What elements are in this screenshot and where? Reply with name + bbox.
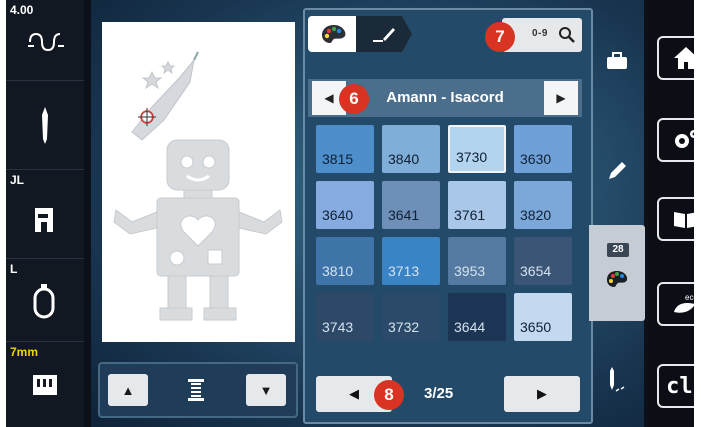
- color-swatch[interactable]: 3743: [316, 293, 374, 341]
- foot-label: JL: [10, 173, 25, 187]
- color-swatch[interactable]: 3953: [448, 237, 506, 285]
- panel-side-tabs: 28: [589, 8, 645, 420]
- bobbin-button[interactable]: [180, 374, 212, 406]
- swatch-code: 3641: [388, 207, 420, 223]
- color-swatch-grid: 3815 3840 3730 3630 3640 3641 3761 3820 3810 3713…: [316, 125, 580, 345]
- color-swatch[interactable]: 3730: [448, 125, 506, 173]
- robot-embroidery-design: [113, 51, 283, 321]
- right-sidebar: eco clr: [648, 0, 694, 427]
- color-swatch[interactable]: 3761: [448, 181, 506, 229]
- swatch-code: 3730: [456, 149, 488, 165]
- stitch-plate-label: 7mm: [10, 345, 39, 359]
- stitch-plate-button[interactable]: 7mm: [6, 342, 84, 427]
- swatch-code: 3810: [322, 263, 354, 279]
- home-button[interactable]: [657, 36, 694, 80]
- move-up-button[interactable]: ▲: [108, 374, 148, 406]
- color-count-badge: 28: [607, 243, 629, 257]
- swatch-code: 3650: [520, 319, 552, 335]
- gear-icon: [675, 130, 694, 148]
- hoop-icon: [33, 284, 55, 319]
- color-swatch[interactable]: 3732: [382, 293, 440, 341]
- color-swatch[interactable]: 3644: [448, 293, 506, 341]
- hoop-button[interactable]: L: [6, 259, 84, 342]
- swatch-code: 3654: [520, 263, 552, 279]
- panel-top-bar: 0-9: [308, 16, 582, 54]
- tab-colors[interactable]: 28: [589, 225, 645, 321]
- color-swatch[interactable]: 3650: [514, 293, 572, 341]
- eco-button[interactable]: eco: [657, 282, 694, 326]
- color-swatch[interactable]: 3630: [514, 125, 572, 173]
- left-sidebar: 4.00 JL L 7mm: [6, 0, 84, 427]
- swatch-code: 3840: [388, 151, 420, 167]
- search-icon: [559, 27, 575, 43]
- color-swatch[interactable]: 3654: [514, 237, 572, 285]
- color-swatch[interactable]: 3640: [316, 181, 374, 229]
- left-arrow-icon: ◀: [324, 91, 334, 105]
- swatch-code: 3713: [388, 263, 420, 279]
- tab-briefcase[interactable]: [589, 36, 645, 86]
- color-swatch[interactable]: 3840: [382, 125, 440, 173]
- needle-stitch-icon: [610, 367, 625, 392]
- swatch-code: 3820: [520, 207, 552, 223]
- spool-icon: [188, 379, 204, 401]
- needle-icon: [42, 107, 48, 144]
- design-preview[interactable]: [102, 22, 295, 342]
- color-palette-icon: [322, 25, 346, 43]
- color-swatch[interactable]: 3641: [382, 181, 440, 229]
- tab-stitch[interactable]: [589, 355, 645, 405]
- brand-next-button[interactable]: ▶: [544, 81, 578, 115]
- color-swatch[interactable]: 3713: [382, 237, 440, 285]
- color-tab[interactable]: [308, 16, 360, 52]
- next-arrow-icon: ▶: [537, 386, 547, 401]
- tutorial-button[interactable]: [657, 197, 694, 241]
- search-label: 0-9: [532, 28, 548, 39]
- clr-label: clr: [666, 373, 694, 399]
- callout-badge-7: 7: [485, 22, 515, 52]
- settings-button[interactable]: [657, 118, 694, 162]
- swatch-code: 3640: [322, 207, 354, 223]
- clear-button[interactable]: clr: [657, 364, 694, 408]
- move-down-button[interactable]: ▼: [246, 374, 286, 406]
- presser-foot-icon: [28, 32, 64, 52]
- edit-arrow-icon: [373, 28, 395, 42]
- hoop-label: L: [10, 262, 18, 276]
- tab-edit[interactable]: [589, 146, 645, 196]
- swatch-code: 3732: [388, 319, 420, 335]
- page-indicator: 3/25: [424, 385, 454, 402]
- swatch-code: 3815: [322, 151, 354, 167]
- up-arrow-icon: ▲: [121, 382, 135, 398]
- embroidery-foot-button[interactable]: JL: [6, 170, 84, 259]
- color-swatch[interactable]: 3810: [316, 237, 374, 285]
- briefcase-icon: [607, 52, 627, 69]
- right-arrow-icon: ▶: [556, 91, 566, 105]
- stitch-plate-icon: [33, 375, 57, 395]
- needle-button[interactable]: [6, 81, 84, 170]
- swatch-code: 3761: [454, 207, 486, 223]
- callout-badge-6: 6: [339, 84, 369, 114]
- next-page-button[interactable]: ▶: [504, 376, 580, 412]
- embroidery-foot-icon: [35, 208, 53, 232]
- embroidery-screen: 4.00 JL L 7mm ▲ ▼ 0-9 7 Amann - Isacord …: [6, 0, 694, 427]
- swatch-code: 3630: [520, 151, 552, 167]
- presser-foot-pressure-button[interactable]: 4.00: [6, 0, 84, 81]
- callout-badge-8: 8: [374, 380, 404, 410]
- swatch-code: 3743: [322, 319, 354, 335]
- page-navigation: ◀ 3/25 ▶: [316, 376, 580, 414]
- edit-tab[interactable]: [356, 16, 412, 52]
- down-arrow-icon: ▼: [259, 382, 273, 398]
- swatch-code: 3644: [454, 319, 486, 335]
- home-icon: [674, 47, 694, 69]
- prev-arrow-icon: ◀: [349, 386, 359, 401]
- eco-leaf-icon: eco: [674, 293, 694, 313]
- hoop-move-controls: ▲ ▼: [98, 362, 298, 418]
- swatch-code: 3953: [454, 263, 486, 279]
- color-palette-icon: [607, 271, 628, 287]
- pencil-icon: [609, 162, 626, 179]
- open-book-icon: [674, 212, 694, 228]
- color-swatch[interactable]: 3820: [514, 181, 572, 229]
- svg-text:eco: eco: [685, 293, 694, 302]
- presser-foot-value: 4.00: [10, 3, 34, 17]
- color-swatch[interactable]: 3815: [316, 125, 374, 173]
